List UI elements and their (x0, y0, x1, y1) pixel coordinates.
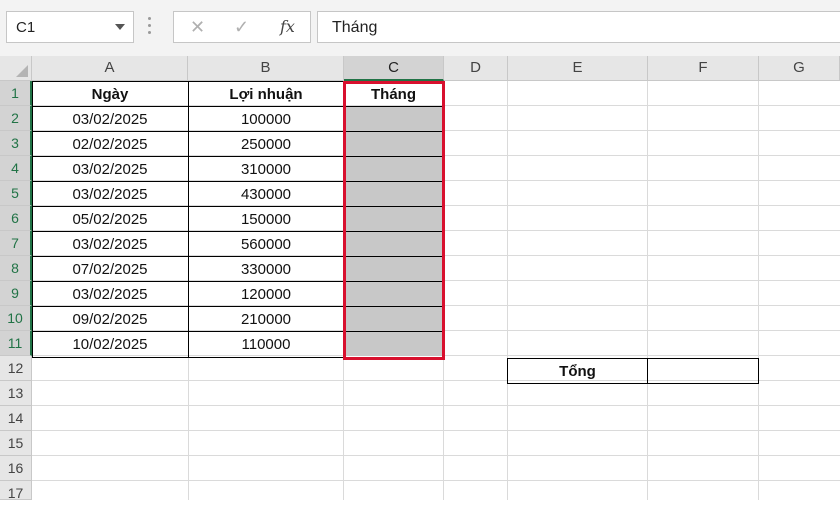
cell-a2[interactable]: 03/02/2025 (32, 107, 188, 132)
check-icon[interactable]: ✓ (234, 17, 249, 38)
name-box[interactable]: C1 (6, 11, 134, 43)
insert-function-icon[interactable]: fx (280, 17, 295, 36)
cell-b9[interactable]: 120000 (188, 282, 344, 307)
drag-handle-icon[interactable] (148, 17, 152, 37)
cell-a4[interactable]: 03/02/2025 (32, 157, 188, 182)
cell-b11[interactable]: 110000 (188, 332, 344, 357)
cell-b6[interactable]: 150000 (188, 207, 344, 232)
formula-buttons: ✕ ✓ fx (173, 11, 311, 43)
cell-a6[interactable]: 05/02/2025 (32, 207, 188, 232)
cell-b3[interactable]: 250000 (188, 132, 344, 157)
header-cell-ngay[interactable]: Ngày (32, 82, 188, 107)
cancel-icon[interactable]: ✕ (190, 17, 205, 38)
cell-a11[interactable]: 10/02/2025 (32, 332, 188, 357)
cell-a5[interactable]: 03/02/2025 (32, 182, 188, 207)
formula-bar[interactable]: Tháng (317, 11, 840, 43)
cell-b2[interactable]: 100000 (188, 107, 344, 132)
cell-a3[interactable]: 02/02/2025 (32, 132, 188, 157)
cell-b7[interactable]: 560000 (188, 232, 344, 257)
header-cell-loi-nhuan[interactable]: Lợi nhuận (188, 82, 344, 107)
toolbar: C1 ✕ ✓ fx Tháng (0, 0, 840, 56)
total-label-cell[interactable]: Tổng (508, 359, 647, 384)
cell-a9[interactable]: 03/02/2025 (32, 282, 188, 307)
selection-highlight (343, 81, 445, 360)
cell-b4[interactable]: 310000 (188, 157, 344, 182)
name-box-value: C1 (16, 19, 36, 36)
cell-b8[interactable]: 330000 (188, 257, 344, 282)
cell-b10[interactable]: 210000 (188, 307, 344, 332)
cell-a7[interactable]: 03/02/2025 (32, 232, 188, 257)
formula-bar-content: Tháng (332, 19, 378, 36)
total-value-cell[interactable] (648, 359, 758, 384)
spreadsheet-grid[interactable]: A B C D E F G 1 2 3 4 5 6 7 8 9 10 11 12… (0, 56, 840, 501)
cell-a8[interactable]: 07/02/2025 (32, 257, 188, 282)
cell-a10[interactable]: 09/02/2025 (32, 307, 188, 332)
cell-b5[interactable]: 430000 (188, 182, 344, 207)
chevron-down-icon[interactable] (115, 24, 125, 30)
